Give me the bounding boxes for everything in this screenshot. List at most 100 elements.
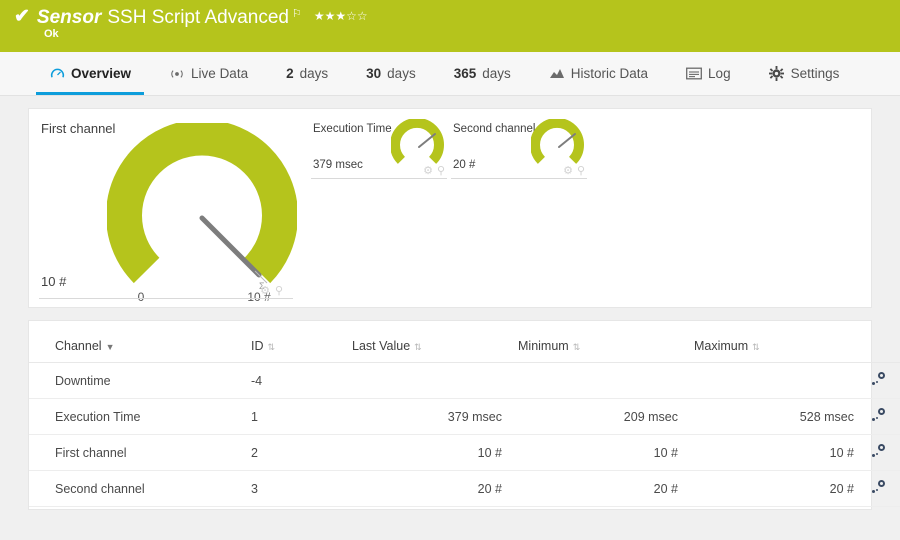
tab-overview[interactable]: Overview [30, 52, 150, 95]
second-channel-gauge-graphic [531, 119, 584, 164]
execution-time-gauge-divider [311, 178, 447, 179]
cell-id: 3 [243, 470, 344, 507]
column-header-maximum[interactable]: Maximum ⇅ [686, 321, 862, 363]
tab-overview-label: Overview [71, 66, 132, 81]
list-icon [686, 66, 702, 82]
tab-2-days[interactable]: 2 days [267, 52, 347, 95]
second-channel-gauge-tools: ⚙ ⚲ [563, 166, 585, 177]
area-chart-icon [549, 66, 565, 82]
tab-30-days-label: days [387, 66, 416, 81]
column-header-last-value[interactable]: Last Value ⇅ [344, 321, 510, 363]
tab-settings[interactable]: Settings [750, 52, 859, 95]
execution-time-gauge[interactable]: Execution Time 379 msec ⚙ ⚲ [309, 117, 451, 179]
sort-toggle-icon: ⇅ [572, 342, 581, 352]
pin-icon[interactable]: ⚲ [577, 166, 585, 177]
cell-last-value: 10 # [344, 434, 510, 471]
channel-settings-icon[interactable] [870, 407, 886, 423]
sensor-header: ✔ Sensor SSH Script Advanced ⚐ ★★★☆☆ Ok [0, 0, 900, 52]
cell-channel: Execution Time [29, 398, 243, 435]
tab-30-days-number: 30 [366, 66, 382, 81]
execution-time-gauge-graphic [391, 119, 444, 164]
column-header-actions [862, 321, 900, 363]
channels-table: Channel ▼ ID ⇅ Last Value ⇅ Minimum ⇅ Maximu… [29, 321, 900, 507]
table-row[interactable]: Second channel 3 20 # 20 # 20 # [29, 470, 900, 507]
tab-live-data-label: Live Data [191, 66, 249, 81]
cell-minimum: 20 # [510, 470, 686, 507]
channels-table-body: Downtime -4 Execution Time 1 379 msec 20… [29, 362, 900, 507]
cell-last-value: 379 msec [344, 398, 510, 435]
second-channel-gauge[interactable]: Second channel 20 # ⚙ ⚲ [449, 117, 591, 179]
gear-icon[interactable]: ⚙ [563, 166, 573, 177]
cell-maximum [686, 362, 862, 399]
tab-log[interactable]: Log [667, 52, 750, 95]
second-channel-gauge-divider [451, 178, 587, 179]
cell-channel: Downtime [29, 362, 243, 399]
table-header-row: Channel ▼ ID ⇅ Last Value ⇅ Minimum ⇅ Maximu… [29, 321, 900, 363]
tab-2-days-label: days [299, 66, 329, 81]
header-title-row: ✔ Sensor SSH Script Advanced ⚐ ★★★☆☆ [0, 0, 900, 29]
table-row[interactable]: Downtime -4 [29, 362, 900, 399]
cell-maximum: 10 # [686, 434, 862, 471]
cell-channel: First channel [29, 434, 243, 471]
channels-table-head: Channel ▼ ID ⇅ Last Value ⇅ Minimum ⇅ Maximu… [29, 321, 900, 363]
gauges-card: First channel Σ 0 10 # 10 # ⚙ ⚲ Executio… [28, 108, 872, 308]
primary-gauge-divider [39, 298, 293, 299]
column-header-minimum[interactable]: Minimum ⇅ [510, 321, 686, 363]
channel-settings-icon[interactable] [870, 443, 886, 459]
column-header-id-label: ID [251, 339, 264, 353]
cell-maximum: 20 # [686, 470, 862, 507]
channel-settings-icon[interactable] [870, 479, 886, 495]
cell-actions [862, 470, 900, 507]
pin-icon[interactable]: ⚲ [437, 166, 445, 177]
primary-gauge-label: First channel [41, 121, 116, 136]
channel-settings-icon[interactable] [870, 371, 886, 387]
sort-descending-icon: ▼ [105, 342, 115, 352]
flag-icon[interactable]: ⚐ [292, 8, 302, 20]
gear-icon[interactable]: ⚙ [260, 286, 270, 297]
column-header-channel[interactable]: Channel ▼ [29, 321, 243, 363]
cell-last-value [344, 362, 510, 399]
cell-id: -4 [243, 362, 344, 399]
gear-icon[interactable]: ⚙ [423, 166, 433, 177]
tab-365-days-label: days [482, 66, 511, 81]
cell-actions [862, 362, 900, 399]
rating-stars[interactable]: ★★★☆☆ [314, 9, 368, 23]
table-row[interactable]: Execution Time 1 379 msec 209 msec 528 m… [29, 398, 900, 435]
tab-2-days-number: 2 [286, 66, 294, 81]
tab-bar: Overview Live Data 2 days 30 days 365 da… [0, 52, 900, 96]
tab-historic-data[interactable]: Historic Data [530, 52, 667, 95]
cell-id: 2 [243, 434, 344, 471]
status-badge: Ok [44, 28, 59, 40]
pin-icon[interactable]: ⚲ [275, 286, 283, 297]
tab-30-days[interactable]: 30 days [347, 52, 435, 95]
cell-minimum: 209 msec [510, 398, 686, 435]
primary-gauge-tools: ⚙ ⚲ [260, 286, 283, 297]
tab-log-label: Log [708, 66, 731, 81]
second-channel-gauge-label: Second channel [453, 123, 536, 135]
second-channel-gauge-value: 20 # [453, 159, 476, 171]
gear-icon [769, 66, 785, 82]
cell-last-value: 20 # [344, 470, 510, 507]
cell-actions [862, 398, 900, 435]
column-header-id[interactable]: ID ⇅ [243, 321, 344, 363]
column-header-minimum-label: Minimum [518, 339, 569, 353]
sensor-kind-label: Sensor [36, 7, 102, 28]
cell-minimum [510, 362, 686, 399]
tab-settings-label: Settings [790, 66, 840, 81]
execution-time-gauge-tools: ⚙ ⚲ [423, 166, 445, 177]
tab-live-data[interactable]: Live Data [150, 52, 267, 95]
tab-365-days-number: 365 [453, 66, 477, 81]
column-header-maximum-label: Maximum [694, 339, 749, 353]
live-signal-icon [169, 66, 185, 82]
column-header-channel-label: Channel [55, 339, 102, 353]
table-row[interactable]: First channel 2 10 # 10 # 10 # [29, 434, 900, 471]
tab-365-days[interactable]: 365 days [435, 52, 530, 95]
sort-toggle-icon: ⇅ [414, 342, 422, 352]
check-icon: ✔ [14, 6, 30, 27]
channels-card: Channel ▼ ID ⇅ Last Value ⇅ Minimum ⇅ Maximu… [28, 320, 900, 510]
cell-id: 1 [243, 398, 344, 435]
primary-gauge[interactable]: First channel Σ 0 10 # 10 # ⚙ ⚲ [29, 109, 301, 307]
primary-gauge-scale-min: 0 [138, 290, 145, 303]
sort-toggle-icon: ⇅ [267, 342, 276, 352]
cell-maximum: 528 msec [686, 398, 862, 435]
